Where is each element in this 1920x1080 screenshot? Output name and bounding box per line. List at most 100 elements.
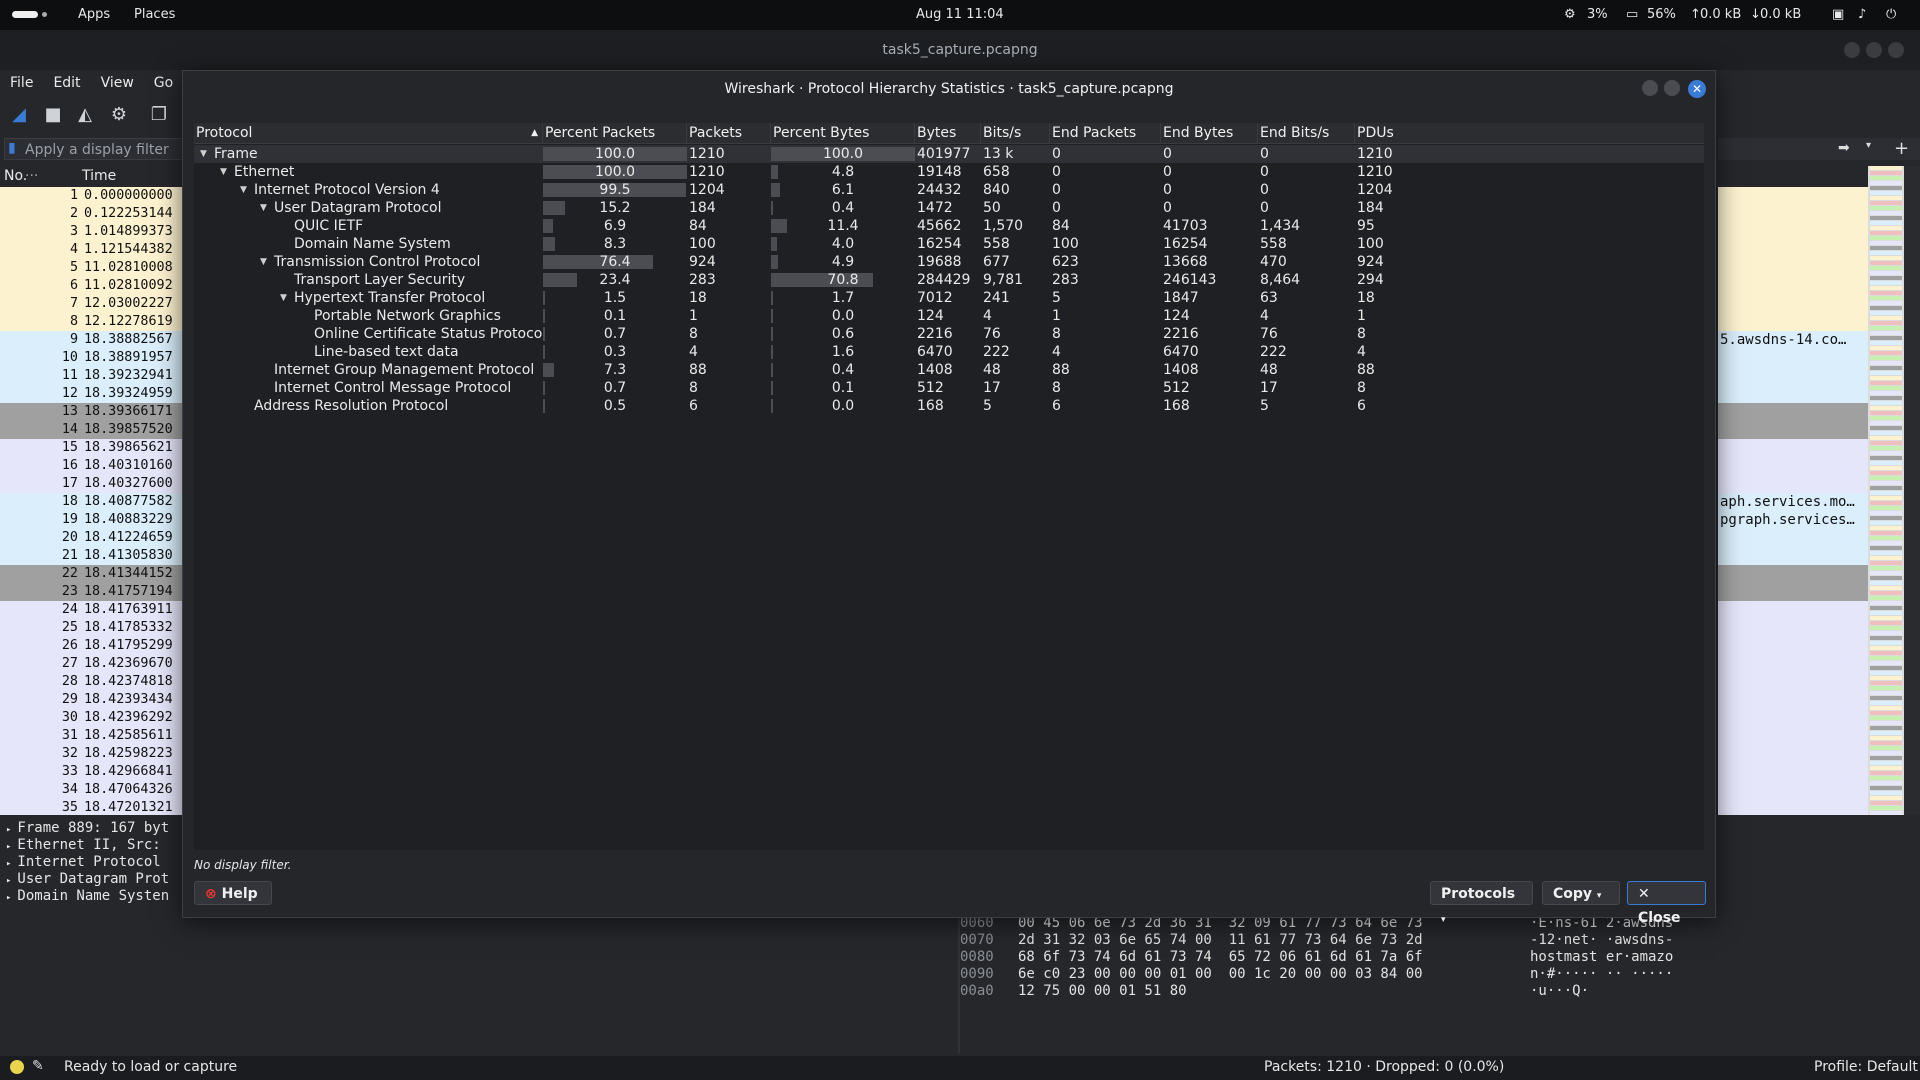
packet-row[interactable]: 21 18.41305830 [0,547,190,565]
protocol-row[interactable]: ▼ Ethernet 100.0 1210 4.8 19148 658 0 0 0 1210 [194,163,1704,181]
detail-tree-item[interactable]: ▸ User Datagram Prot [0,871,190,888]
col-end-packets[interactable]: End Packets [1050,123,1161,143]
packet-row-info[interactable] [1718,745,1868,763]
col-protocol[interactable]: Protocol ▲ [194,123,543,143]
protocol-row[interactable]: Line-based text data 0.3 4 1.6 6470 222 4 6470 2… [194,343,1704,361]
packet-row[interactable]: 29 18.42393434 [0,691,190,709]
open-file-icon[interactable]: ❐ [148,104,170,126]
hex-row[interactable]: 0080 68 6f 73 74 6d 61 73 74 65 72 06 61 … [960,949,1720,966]
packet-row-info[interactable] [1718,637,1868,655]
packet-row[interactable]: 2 0.122253144 [0,205,190,223]
packet-row-info[interactable]: 5.awsdns-14.co… [1718,331,1868,349]
protocol-row[interactable]: ▼ User Datagram Protocol 15.2 184 0.4 1472 50 0… [194,199,1704,217]
packet-row[interactable]: 22 18.41344152 [0,565,190,583]
menu-view[interactable]: View [91,70,144,96]
packet-row[interactable]: 31 18.42585611 [0,727,190,745]
collapse-arrow-icon[interactable]: ▼ [260,253,267,271]
packet-row-info[interactable] [1718,457,1868,475]
expand-arrow-icon[interactable]: ▸ [0,859,17,869]
hex-row[interactable]: 0090 6e c0 23 00 00 00 01 00 00 1c 20 00 … [960,966,1720,983]
close-button[interactable]: ✕ Close [1627,881,1706,926]
packet-row-info[interactable] [1718,259,1868,277]
packet-row-info[interactable] [1718,313,1868,331]
display-icon[interactable]: ▣ [1832,0,1844,30]
col-packets[interactable]: Packets [687,123,771,143]
dialog-maximize-button[interactable] [1664,80,1680,96]
protocols-button[interactable]: Protocols ▾ [1430,881,1533,925]
col-pdus[interactable]: PDUs [1355,123,1435,143]
copy-button[interactable]: Copy ▾ [1542,881,1620,905]
minimize-dot[interactable] [1844,42,1860,58]
packet-row[interactable]: 28 18.42374818 [0,673,190,691]
packet-row[interactable]: 14 18.39857520 [0,421,190,439]
packet-row-info[interactable] [1718,475,1868,493]
packet-row[interactable]: 4 1.121544382 [0,241,190,259]
protocol-row[interactable]: ▼ Hypertext Transfer Protocol 1.5 18 1.7 7012… [194,289,1704,307]
packet-row-info[interactable] [1718,295,1868,313]
protocol-row[interactable]: Internet Control Message Protocol 0.7 8 0.1… [194,379,1704,397]
packet-row-info[interactable] [1718,709,1868,727]
detail-tree-item[interactable]: ▸ Domain Name Systen [0,888,190,905]
packet-row[interactable]: 20 18.41224659 [0,529,190,547]
hex-row[interactable]: 00a0 12 75 00 00 01 51 80 ·u···Q· [960,983,1720,1000]
packet-row-info[interactable] [1718,205,1868,223]
detail-tree-item[interactable]: ▸ Ethernet II, Src: [0,837,190,854]
packet-row[interactable]: 24 18.41763911 [0,601,190,619]
packet-row-info[interactable] [1718,439,1868,457]
col-percent-bytes[interactable]: Percent Bytes [771,123,915,143]
packet-row-info[interactable] [1718,655,1868,673]
stop-icon[interactable]: ■ [42,104,64,126]
expand-arrow-icon[interactable]: ▸ [0,876,17,886]
column-no[interactable]: No. [4,168,27,184]
packet-row-info[interactable] [1718,583,1868,601]
packet-row-info[interactable] [1718,547,1868,565]
packet-row-info[interactable] [1718,799,1868,815]
col-end-bytes[interactable]: End Bytes [1161,123,1258,143]
dialog-minimize-button[interactable] [1642,80,1658,96]
protocol-row[interactable]: Domain Name System 8.3 100 4.0 16254 558 100 16… [194,235,1704,253]
expand-arrow-icon[interactable]: ▸ [0,825,17,835]
packet-row[interactable]: 34 18.47064326 [0,781,190,799]
restart-icon[interactable]: ◭ [74,104,96,126]
packet-row-info[interactable] [1718,187,1868,205]
collapse-arrow-icon[interactable]: ▼ [240,181,247,199]
packet-row[interactable]: 1 0.000000000 [0,187,190,205]
packet-row-info[interactable] [1718,529,1868,547]
packet-row[interactable]: 23 18.41757194 [0,583,190,601]
col-bits-s[interactable]: Bits/s [981,123,1050,143]
packet-row[interactable]: 5 11.02810008 [0,259,190,277]
packet-row-info[interactable] [1718,241,1868,259]
packet-row[interactable]: 13 18.39366171 [0,403,190,421]
detail-tree-item[interactable]: ▸ Frame 889: 167 byt [0,820,190,837]
packet-row[interactable]: 30 18.42396292 [0,709,190,727]
go-arrow-icon[interactable]: ➡ [1838,140,1850,156]
activities-indicator[interactable] [12,11,38,18]
packet-row-info[interactable]: aph.services.mo… [1718,493,1868,511]
chevron-down-icon[interactable]: ▾ [1866,140,1871,151]
packet-row-info[interactable] [1718,277,1868,295]
packet-row[interactable]: 6 11.02810092 [0,277,190,295]
packet-row[interactable]: 27 18.42369670 [0,655,190,673]
protocol-row[interactable]: ▼ Frame 100.0 1210 100.0 401977 13 k 0 0 0 1210 [194,145,1704,163]
packet-row[interactable]: 18 18.40877582 [0,493,190,511]
collapse-arrow-icon[interactable]: ▼ [260,199,267,217]
packet-row-info[interactable]: pgraph.services… [1718,511,1868,529]
packet-row[interactable]: 35 18.47201321 [0,799,190,815]
col-end-bits-s[interactable]: End Bits/s [1258,123,1355,143]
comment-icon[interactable]: ✎ [32,1058,44,1074]
volume-icon[interactable]: ♪ [1858,0,1866,30]
packet-row[interactable]: 8 12.12278619 [0,313,190,331]
bookmark-icon[interactable]: ▮ [8,140,16,156]
menu-go[interactable]: Go [144,70,183,96]
packet-row[interactable]: 32 18.42598223 [0,745,190,763]
collapse-arrow-icon[interactable]: ▼ [220,163,227,181]
protocol-row[interactable]: Portable Network Graphics 0.1 1 0.0 124 4 1 124… [194,307,1704,325]
packet-row-info[interactable] [1718,727,1868,745]
packet-row-info[interactable] [1718,385,1868,403]
packet-row-info[interactable] [1718,223,1868,241]
packet-row[interactable]: 11 18.39232941 [0,367,190,385]
packet-row-info[interactable] [1718,781,1868,799]
detail-tree-item[interactable]: ▸ Internet Protocol [0,854,190,871]
packet-row-info[interactable] [1718,403,1868,421]
packet-row[interactable]: 10 18.38891957 [0,349,190,367]
